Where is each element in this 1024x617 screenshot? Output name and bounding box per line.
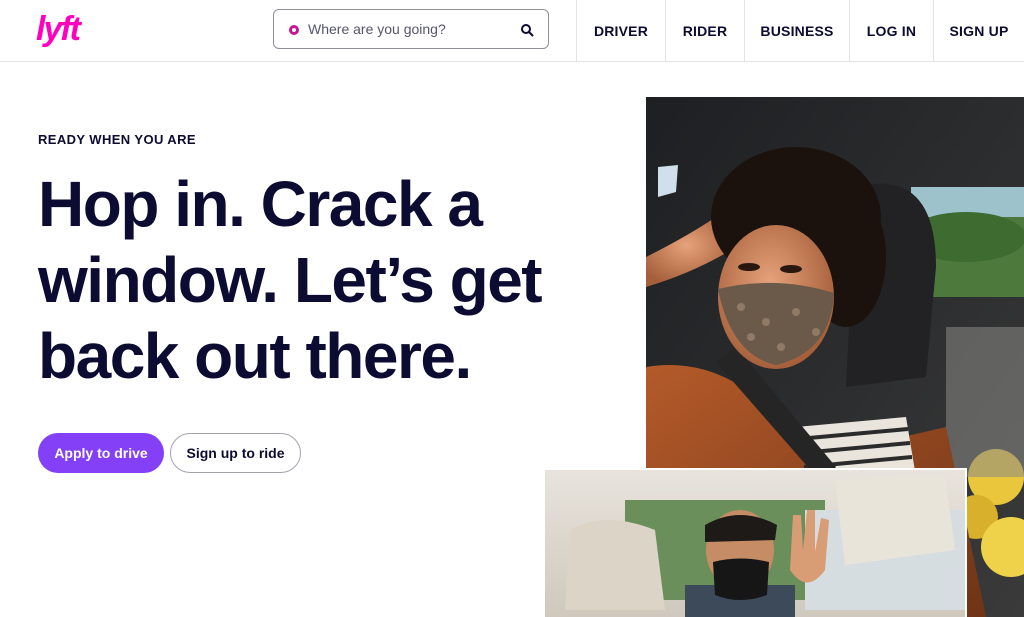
- destination-search[interactable]: Where are you going?: [273, 9, 549, 49]
- nav-sign-up[interactable]: SIGN UP: [933, 0, 1024, 62]
- nav-driver[interactable]: DRIVER: [576, 0, 665, 62]
- site-header: lyft Where are you going? DRIVER RIDER B…: [0, 0, 1024, 62]
- apply-to-drive-button[interactable]: Apply to drive: [38, 433, 164, 473]
- headline-line-2: window. Let’s get: [38, 244, 543, 316]
- headline-line-3: back out there.: [38, 320, 472, 392]
- nav-log-in[interactable]: LOG IN: [849, 0, 933, 62]
- sign-up-to-ride-button[interactable]: Sign up to ride: [170, 433, 301, 473]
- hero-photo-driver: [545, 468, 967, 617]
- hero-headline: Hop in. Crack a window. Let’s get back o…: [38, 166, 598, 394]
- lyft-logo[interactable]: lyft: [36, 12, 88, 48]
- svg-text:lyft: lyft: [36, 12, 83, 48]
- pickup-pin-icon: [289, 25, 299, 35]
- nav-rider[interactable]: RIDER: [665, 0, 744, 62]
- nav-business[interactable]: BUSINESS: [744, 0, 849, 62]
- search-placeholder: Where are you going?: [308, 21, 446, 37]
- search-icon[interactable]: [520, 23, 534, 37]
- hero-eyebrow: READY WHEN YOU ARE: [38, 132, 196, 147]
- headline-line-1: Hop in. Crack a: [38, 168, 483, 240]
